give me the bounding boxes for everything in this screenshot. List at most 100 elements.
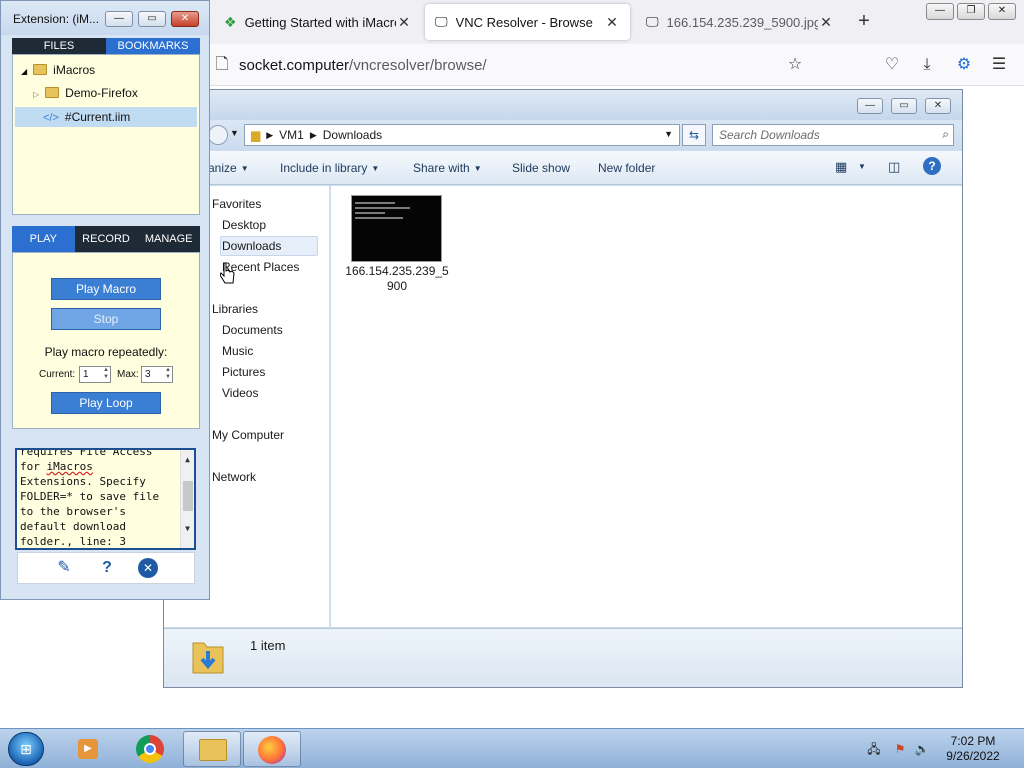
taskbar-explorer[interactable] <box>183 731 241 767</box>
scroll-up-icon[interactable]: ▲ <box>181 452 194 467</box>
file-name: 166.154.235.239_5 900 <box>343 264 451 294</box>
browser-minimize-button[interactable]: — <box>926 3 954 20</box>
site-info-icon[interactable]: 🗋 <box>212 55 232 75</box>
download-icon[interactable]: ⤓ <box>917 55 937 75</box>
explorer-folder-icon <box>199 739 227 761</box>
nav-documents[interactable]: Documents <box>222 320 283 340</box>
imacros-maximize-button[interactable]: ▭ <box>138 11 166 27</box>
pocket-icon[interactable]: ♡ <box>882 55 902 75</box>
tab-bookmarks[interactable]: BOOKMARKS <box>106 38 200 54</box>
search-input[interactable]: Search Downloads ⌕ <box>712 124 954 146</box>
stop-button[interactable]: Stop <box>51 308 161 330</box>
tab-files[interactable]: FILES <box>12 38 106 54</box>
file-item[interactable]: 166.154.235.239_5 900 <box>345 193 449 293</box>
back-button[interactable] <box>208 125 228 145</box>
explorer-maximize-button[interactable]: ▭ <box>891 98 917 114</box>
start-button[interactable]: ⊞ <box>8 732 44 766</box>
breadcrumb-separator-icon[interactable]: ▶ <box>266 130 273 141</box>
address-dropdown-icon[interactable]: ▼ <box>664 129 673 139</box>
new-tab-button[interactable]: + <box>852 10 876 34</box>
nav-pictures[interactable]: Pictures <box>222 362 265 382</box>
clock[interactable]: 7:02 PM 9/26/2022 <box>940 734 1006 764</box>
refresh-button[interactable]: ⇆ <box>682 124 706 146</box>
max-value: 3 <box>145 369 151 380</box>
imacros-close-button[interactable]: ✕ <box>171 11 199 27</box>
stepper-arrows-icon[interactable]: ▲ ▼ <box>103 367 109 381</box>
message-scrollbar[interactable]: ▲ ▼ <box>180 450 194 548</box>
current-stepper[interactable]: 1 ▲ ▼ <box>79 366 111 383</box>
tab-play[interactable]: PLAY <box>12 226 75 252</box>
scroll-thumb[interactable] <box>182 481 193 511</box>
nav-videos[interactable]: Videos <box>222 383 258 403</box>
expand-arrow-icon[interactable]: ▷ <box>33 90 39 99</box>
error-message-box[interactable]: requires File Access for iMacros Extensi… <box>15 448 196 550</box>
tab-title: 166.154.235.239_5900.jpg (JPE <box>666 14 818 30</box>
address-bar[interactable]: ▆ ▶ VM1 ▶ Downloads ▼ <box>244 124 680 146</box>
include-in-library-menu[interactable]: Include in library ▼ <box>280 161 379 175</box>
nav-music[interactable]: Music <box>222 341 253 361</box>
action-center-icon[interactable]: ⚑ <box>892 741 908 757</box>
refresh-icon: ⇆ <box>688 128 700 142</box>
tab-manage[interactable]: MANAGE <box>137 226 201 252</box>
message-line: to the browser's <box>20 505 126 518</box>
play-loop-button[interactable]: Play Loop <box>51 392 161 414</box>
breadcrumb-vm1[interactable]: VM1 <box>279 128 304 142</box>
slide-show-button[interactable]: Slide show <box>512 161 570 175</box>
new-folder-button[interactable]: New folder <box>598 161 655 175</box>
share-with-menu[interactable]: Share with ▼ <box>413 161 482 175</box>
imacros-panel: Extension: (iM... — ▭ ✕ FILES BOOKMARKS … <box>0 0 210 600</box>
volume-icon[interactable]: 🔈 <box>914 741 930 757</box>
preview-pane-icon[interactable]: ◫ <box>888 159 900 175</box>
organize-menu[interactable]: anize ▼ <box>208 161 249 175</box>
scroll-down-icon[interactable]: ▼ <box>181 521 194 536</box>
taskbar-media-player[interactable]: ▶ <box>60 731 118 767</box>
help-icon[interactable]: ? <box>923 157 941 175</box>
nav-libraries[interactable]: Libraries <box>212 299 258 319</box>
tree-item-imacros[interactable]: ◢ iMacros <box>21 60 95 80</box>
edit-pencil-icon[interactable]: ✎ <box>54 558 74 578</box>
max-stepper[interactable]: 3 ▲ ▼ <box>141 366 173 383</box>
explorer-minimize-button[interactable]: — <box>857 98 883 114</box>
nav-network[interactable]: Network <box>212 467 256 487</box>
tab-record[interactable]: RECORD <box>74 226 138 252</box>
nav-favorites[interactable]: Favorites <box>212 194 261 214</box>
bookmark-star-icon[interactable]: ☆ <box>785 55 805 75</box>
breadcrumb-separator-icon[interactable]: ▶ <box>310 130 317 141</box>
taskbar-firefox[interactable] <box>243 731 301 767</box>
clear-icon[interactable]: ✕ <box>138 558 158 578</box>
network-tray-icon[interactable]: 🖧 <box>866 741 882 757</box>
stepper-arrows-icon[interactable]: ▲ ▼ <box>165 367 171 381</box>
nav-desktop[interactable]: Desktop <box>222 215 266 235</box>
menu-icon[interactable]: ☰ <box>989 55 1009 75</box>
collapse-arrow-icon[interactable]: ◢ <box>21 67 27 76</box>
tab-getting-started[interactable]: ❖ Getting Started with iMacros ✕ <box>214 4 422 40</box>
browser-maximize-button[interactable]: ❐ <box>957 3 985 20</box>
view-options-icon[interactable]: ▦ <box>835 159 847 175</box>
nav-my-computer[interactable]: My Computer <box>212 425 284 445</box>
message-line: requires File Access <box>20 448 153 458</box>
thumbnail-text-line <box>355 212 385 214</box>
tab-close-icon[interactable]: ✕ <box>818 14 834 31</box>
tab-vnc-resolver[interactable]: 🖵 VNC Resolver - Browse ✕ <box>425 4 630 40</box>
tree-item-demo-firefox[interactable]: ▷ Demo-Firefox <box>33 83 138 103</box>
tab-jpg-image[interactable]: 🖵 166.154.235.239_5900.jpg (JPE ✕ <box>636 4 844 40</box>
imacros-minimize-button[interactable]: — <box>105 11 133 27</box>
history-dropdown-icon[interactable]: ▼ <box>230 128 239 138</box>
help-icon[interactable]: ? <box>97 558 117 578</box>
explorer-close-button[interactable]: ✕ <box>925 98 951 114</box>
browser-close-button[interactable]: ✕ <box>988 3 1016 20</box>
breadcrumb-downloads[interactable]: Downloads <box>323 128 382 142</box>
tab-close-icon[interactable]: ✕ <box>396 14 412 31</box>
url-bar[interactable]: socket.computer/vncresolver/browse/ <box>239 57 487 74</box>
taskbar-chrome[interactable] <box>121 731 179 767</box>
play-macro-button[interactable]: Play Macro <box>51 278 161 300</box>
extension-gear-icon[interactable]: ⚙ <box>954 55 974 75</box>
view-dropdown-icon[interactable]: ▼ <box>858 162 866 171</box>
tree-item-current-iim[interactable]: </> #Current.iim <box>15 107 197 127</box>
message-line: folder., line: 3 <box>20 535 126 548</box>
message-line: default download <box>20 520 126 533</box>
tab-title: VNC Resolver - Browse <box>455 14 593 30</box>
nav-downloads[interactable]: Downloads <box>220 236 319 256</box>
tab-close-icon[interactable]: ✕ <box>604 14 620 31</box>
chevron-down-icon: ▼ <box>371 164 380 173</box>
